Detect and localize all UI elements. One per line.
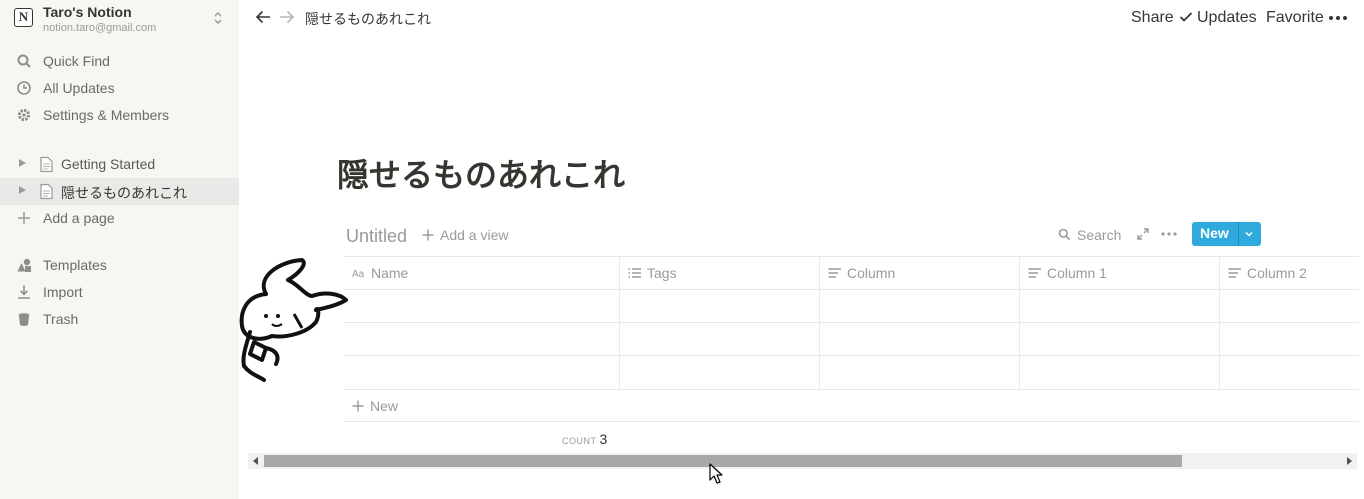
sidebar-page-label: 隠せるものあれこれ xyxy=(61,185,187,201)
text-icon xyxy=(1228,268,1241,278)
table-row[interactable] xyxy=(344,323,1359,355)
scroll-left-arrow-icon[interactable] xyxy=(253,457,258,465)
topbar: 隠せるものあれこれ Share Updates Favorite xyxy=(239,0,1364,36)
table-border xyxy=(344,421,1359,422)
sidebar-item-quick-find[interactable]: Quick Find xyxy=(0,48,239,75)
download-icon xyxy=(18,285,30,299)
sidebar-item-label: Trash xyxy=(43,311,79,327)
add-view-label: Add a view xyxy=(440,227,509,243)
gear-icon xyxy=(17,108,31,122)
sidebar-item-label: Settings & Members xyxy=(43,107,170,123)
clock-icon xyxy=(17,81,31,95)
new-button-label: New xyxy=(1200,225,1229,241)
trash-icon xyxy=(18,313,30,326)
add-row-label: New xyxy=(370,398,399,414)
workspace-email: notion.taro@gmail.com xyxy=(43,22,157,34)
sidebar-item-import[interactable]: Import xyxy=(0,279,239,306)
sidebar-page-current[interactable]: 隠せるものあれこれ xyxy=(0,178,239,205)
plus-icon xyxy=(352,400,364,412)
sidebar-item-label: Import xyxy=(43,284,83,300)
add-view-button[interactable]: Add a view xyxy=(422,227,508,243)
table-border xyxy=(344,389,1359,390)
sidebar-item-settings[interactable]: Settings & Members xyxy=(0,102,239,129)
breadcrumb[interactable]: 隠せるものあれこれ xyxy=(305,9,431,29)
sidebar-item-all-updates[interactable]: All Updates xyxy=(0,75,239,102)
page-title[interactable]: 隠せるものあれこれ xyxy=(337,150,625,196)
workspace-name: Taro's Notion xyxy=(43,4,132,20)
expand-icon[interactable] xyxy=(1136,227,1150,241)
search-icon xyxy=(1058,228,1071,241)
add-row-button[interactable]: New xyxy=(352,398,398,414)
horizontal-scrollbar[interactable] xyxy=(248,453,1357,469)
table-row[interactable] xyxy=(344,290,1359,322)
database-toolbar: Untitled Add a view Search New xyxy=(344,222,1359,248)
plus-icon xyxy=(18,212,30,224)
list-icon xyxy=(628,268,641,278)
sidebar-page-getting-started[interactable]: Getting Started xyxy=(0,151,239,178)
sidebar: N Taro's Notion notion.taro@gmail.com Qu… xyxy=(0,0,239,499)
text-icon xyxy=(828,268,841,278)
column-header-column-2[interactable]: Column 2 xyxy=(1228,265,1307,281)
count-label: COUNT xyxy=(562,436,597,446)
column-header-column-1[interactable]: Column 1 xyxy=(1028,265,1107,281)
share-button[interactable]: Share xyxy=(1131,9,1174,27)
sidebar-item-label: All Updates xyxy=(43,80,115,96)
expand-toggle-icon[interactable] xyxy=(19,186,26,194)
table-row[interactable] xyxy=(344,356,1359,389)
row-count[interactable]: COUNT 3 xyxy=(562,431,607,447)
new-button-divider xyxy=(1238,222,1239,246)
database-search-button[interactable]: Search xyxy=(1058,227,1121,243)
column-header-name[interactable]: Aa Name xyxy=(352,265,408,281)
column-header-label: Column xyxy=(847,265,896,281)
chevron-updown-icon xyxy=(214,11,222,25)
sidebar-item-label: Quick Find xyxy=(43,53,110,69)
page-icon xyxy=(40,156,53,173)
more-options-icon[interactable] xyxy=(1328,9,1348,27)
notion-logo-icon: N xyxy=(14,8,33,27)
database-more-icon[interactable] xyxy=(1160,226,1178,242)
add-page-button[interactable]: Add a page xyxy=(0,205,239,232)
updates-label: Updates xyxy=(1197,9,1257,26)
sidebar-item-trash[interactable]: Trash xyxy=(0,306,239,333)
rabbit-doodle-illustration xyxy=(239,258,348,382)
new-record-button[interactable]: New xyxy=(1192,222,1261,246)
check-icon xyxy=(1179,12,1193,22)
column-header-column[interactable]: Column xyxy=(828,265,895,281)
mouse-cursor-icon xyxy=(709,463,723,484)
column-header-label: Column 1 xyxy=(1047,265,1107,281)
search-label: Search xyxy=(1077,227,1122,243)
column-header-label: Name xyxy=(371,265,409,281)
chevron-down-icon[interactable] xyxy=(1244,229,1254,239)
workspace-switcher[interactable]: N Taro's Notion notion.taro@gmail.com xyxy=(14,4,236,36)
shapes-icon xyxy=(17,258,31,272)
column-header-tags[interactable]: Tags xyxy=(628,265,677,281)
database-title[interactable]: Untitled xyxy=(346,226,407,247)
add-page-label: Add a page xyxy=(43,210,115,226)
plus-icon xyxy=(422,229,434,241)
favorite-button[interactable]: Favorite xyxy=(1266,9,1324,27)
sidebar-page-label: Getting Started xyxy=(61,156,156,172)
count-value: 3 xyxy=(599,431,608,447)
scroll-right-arrow-icon[interactable] xyxy=(1347,457,1352,465)
text-icon xyxy=(1028,268,1041,278)
forward-arrow-icon[interactable] xyxy=(278,8,296,26)
sidebar-item-templates[interactable]: Templates xyxy=(0,252,239,279)
search-icon xyxy=(17,54,31,68)
title-icon: Aa xyxy=(352,269,365,279)
back-arrow-icon[interactable] xyxy=(254,8,272,26)
column-header-label: Column 2 xyxy=(1247,265,1307,281)
column-header-label: Tags xyxy=(647,265,677,281)
svg-text:Aa: Aa xyxy=(352,269,365,279)
table-border xyxy=(344,256,1359,257)
page-icon xyxy=(40,183,53,200)
expand-toggle-icon[interactable] xyxy=(19,159,26,167)
updates-button[interactable]: Updates xyxy=(1179,9,1257,27)
sidebar-item-label: Templates xyxy=(43,257,107,273)
